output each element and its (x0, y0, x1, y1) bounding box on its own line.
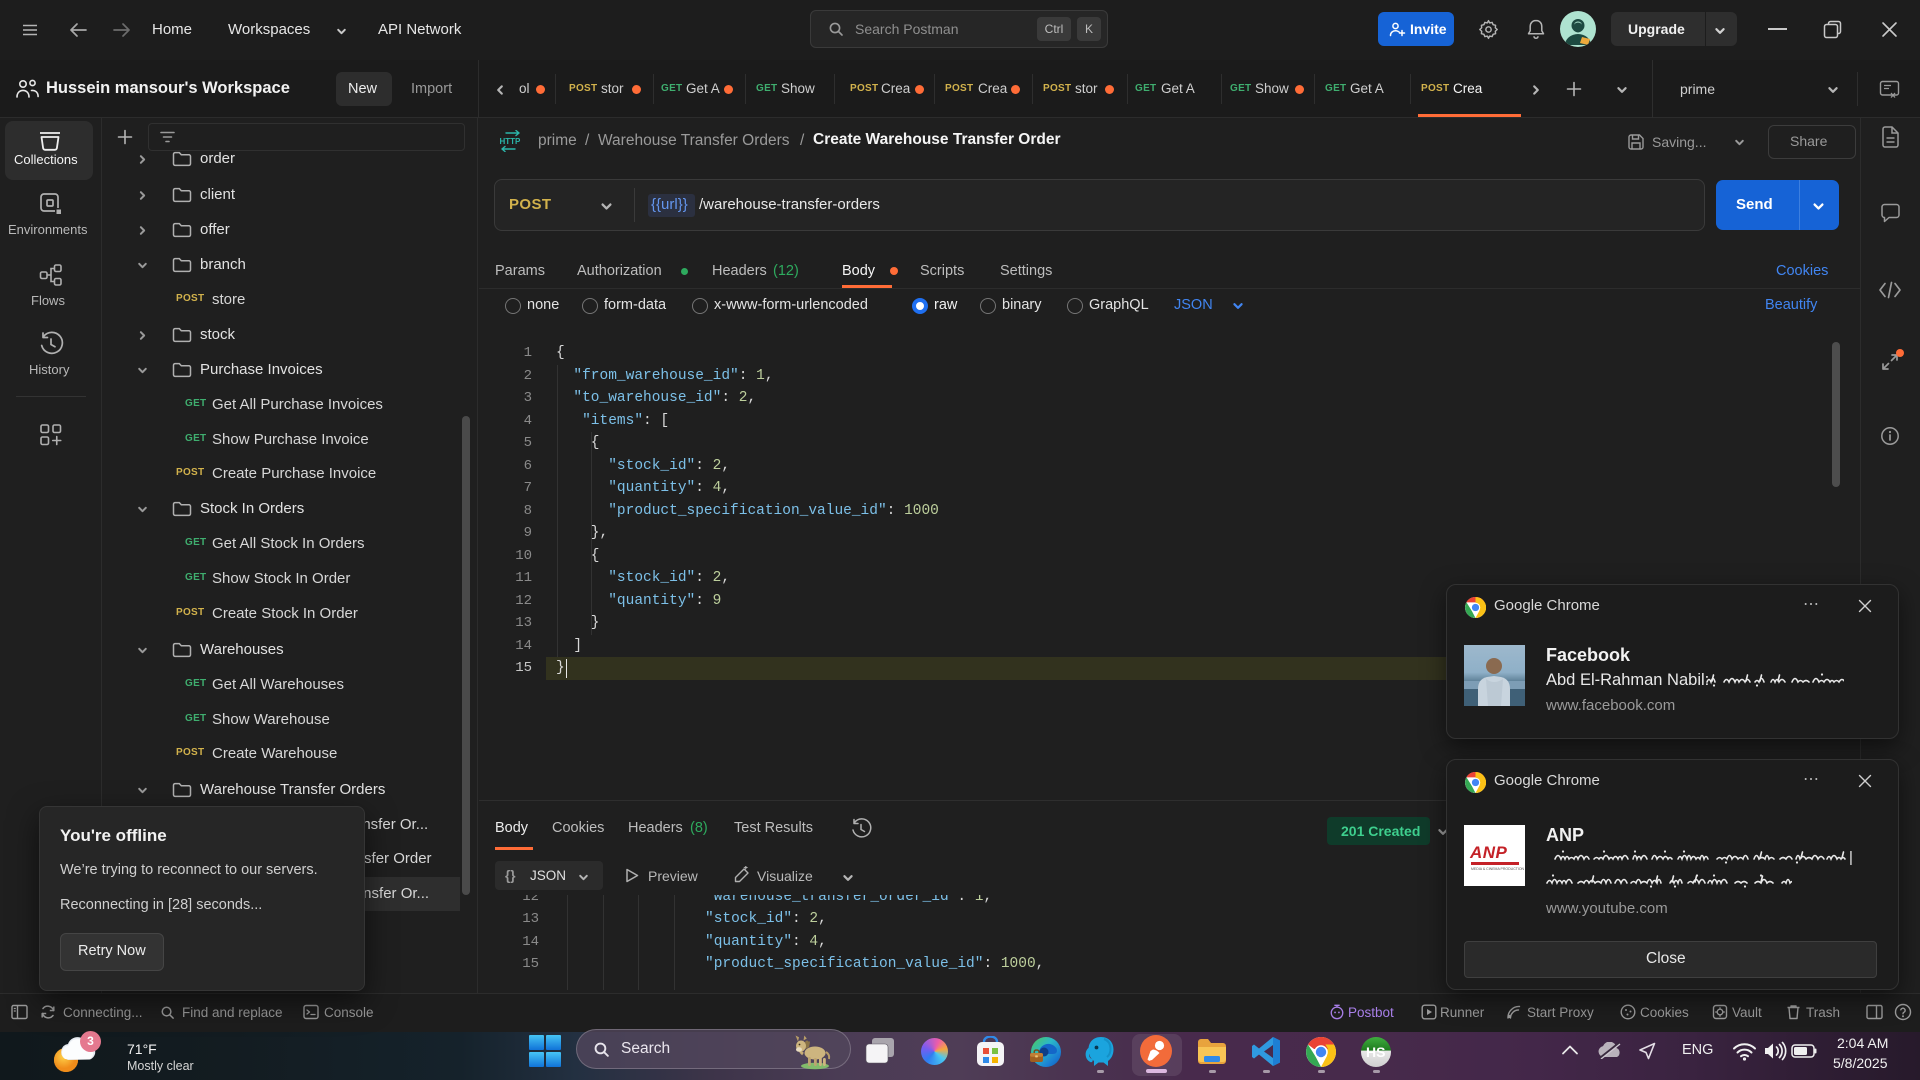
svg-text:HTTP: HTTP (500, 137, 522, 146)
